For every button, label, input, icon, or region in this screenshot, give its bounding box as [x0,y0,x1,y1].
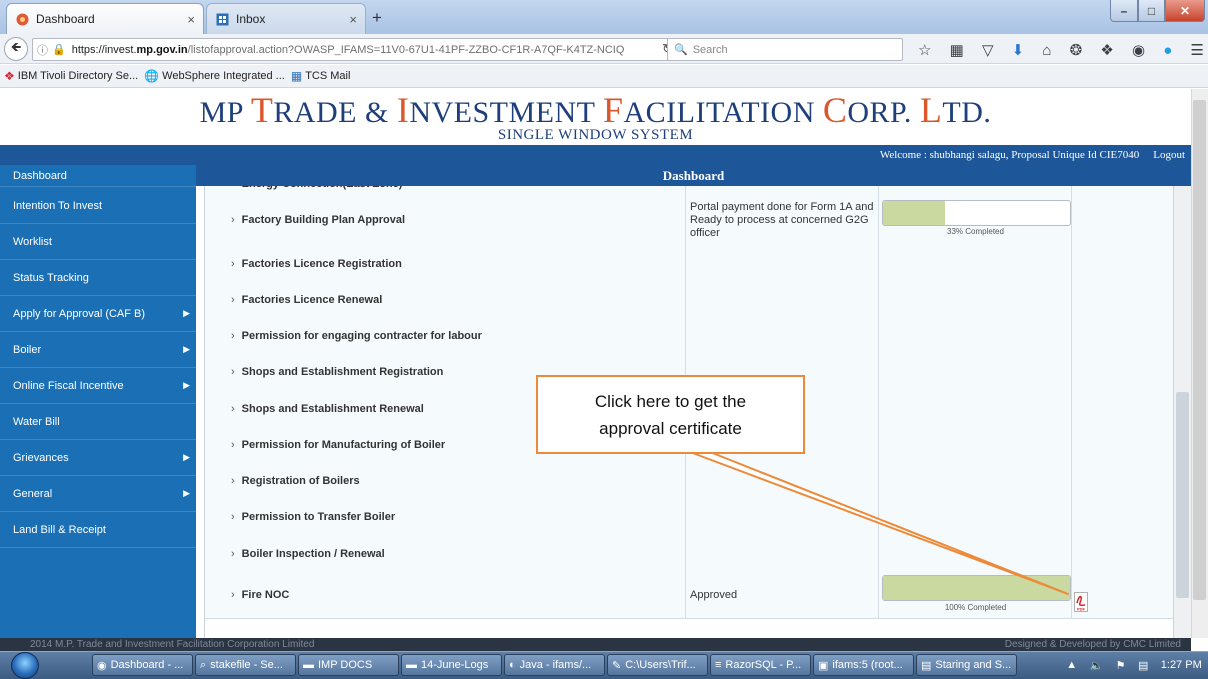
terminal-icon: ▣ [818,659,829,672]
tray-expand-icon[interactable]: ▲ [1066,659,1077,671]
clock[interactable]: 1:27 PM [1161,659,1202,671]
taskbar-item[interactable]: ⌕ stakefile - Se... [195,654,296,676]
taskbar-item-label: stakefile - Se... [210,659,283,671]
pdf-icon[interactable]: PDF [1074,592,1088,612]
taskbar-item-label: ifams:5 (root... [832,659,903,671]
network-icon[interactable]: ▤ [1138,659,1148,672]
flag-icon[interactable]: ⚑ [1116,659,1126,672]
document-icon: ▤ [921,659,932,672]
folder-icon: ▬ [406,659,417,671]
system-tray: ▲ 🔈 ⚑ ▤ 1:27 PM [1060,651,1208,679]
notepad-icon: ✎ [612,659,622,672]
callout-line-2: approval certificate [599,419,742,438]
callout-line-1: Click here to get the [594,392,747,411]
firefox-icon: ◉ [97,659,107,672]
taskbar-item-label: Staring and S... [935,659,1012,671]
taskbar-item[interactable]: ▬ 14-June-Logs [401,654,502,676]
taskbar-item-label: Dashboard - ... [110,659,184,671]
taskbar-item-label: RazorSQL - P... [725,659,802,671]
taskbar-item-label: Java - ifams/... [519,659,592,671]
volume-icon[interactable]: 🔈 [1090,659,1104,672]
taskbar-item[interactable]: ▤ Staring and S... [916,654,1017,676]
taskbar-item[interactable]: ▬ IMP DOCS [298,654,399,676]
callout-box: Click here to get the approval certifica… [536,375,805,454]
db-icon: ≡ [715,659,722,671]
taskbar-item[interactable]: ▣ ifams:5 (root... [813,654,914,676]
taskbar-item[interactable]: ≡ RazorSQL - P... [710,654,811,676]
svg-text:PDF: PDF [1077,607,1086,612]
folder-icon: ▬ [303,659,314,671]
taskbar-item-label: C:\Users\Trif... [625,659,696,671]
start-button[interactable] [11,652,39,679]
taskbar-item-label: 14-June-Logs [421,659,489,671]
taskbar-item[interactable]: ◉ Dashboard - ... [92,654,193,676]
callout-pointer [689,451,1069,595]
eclipse-icon: ◐ [509,659,516,671]
taskbar-item-label: IMP DOCS [318,659,373,671]
taskbar-item[interactable]: ✎ C:\Users\Trif... [607,654,708,676]
search-icon: ⌕ [200,658,207,671]
taskbar-item[interactable]: ◐ Java - ifams/... [504,654,605,676]
